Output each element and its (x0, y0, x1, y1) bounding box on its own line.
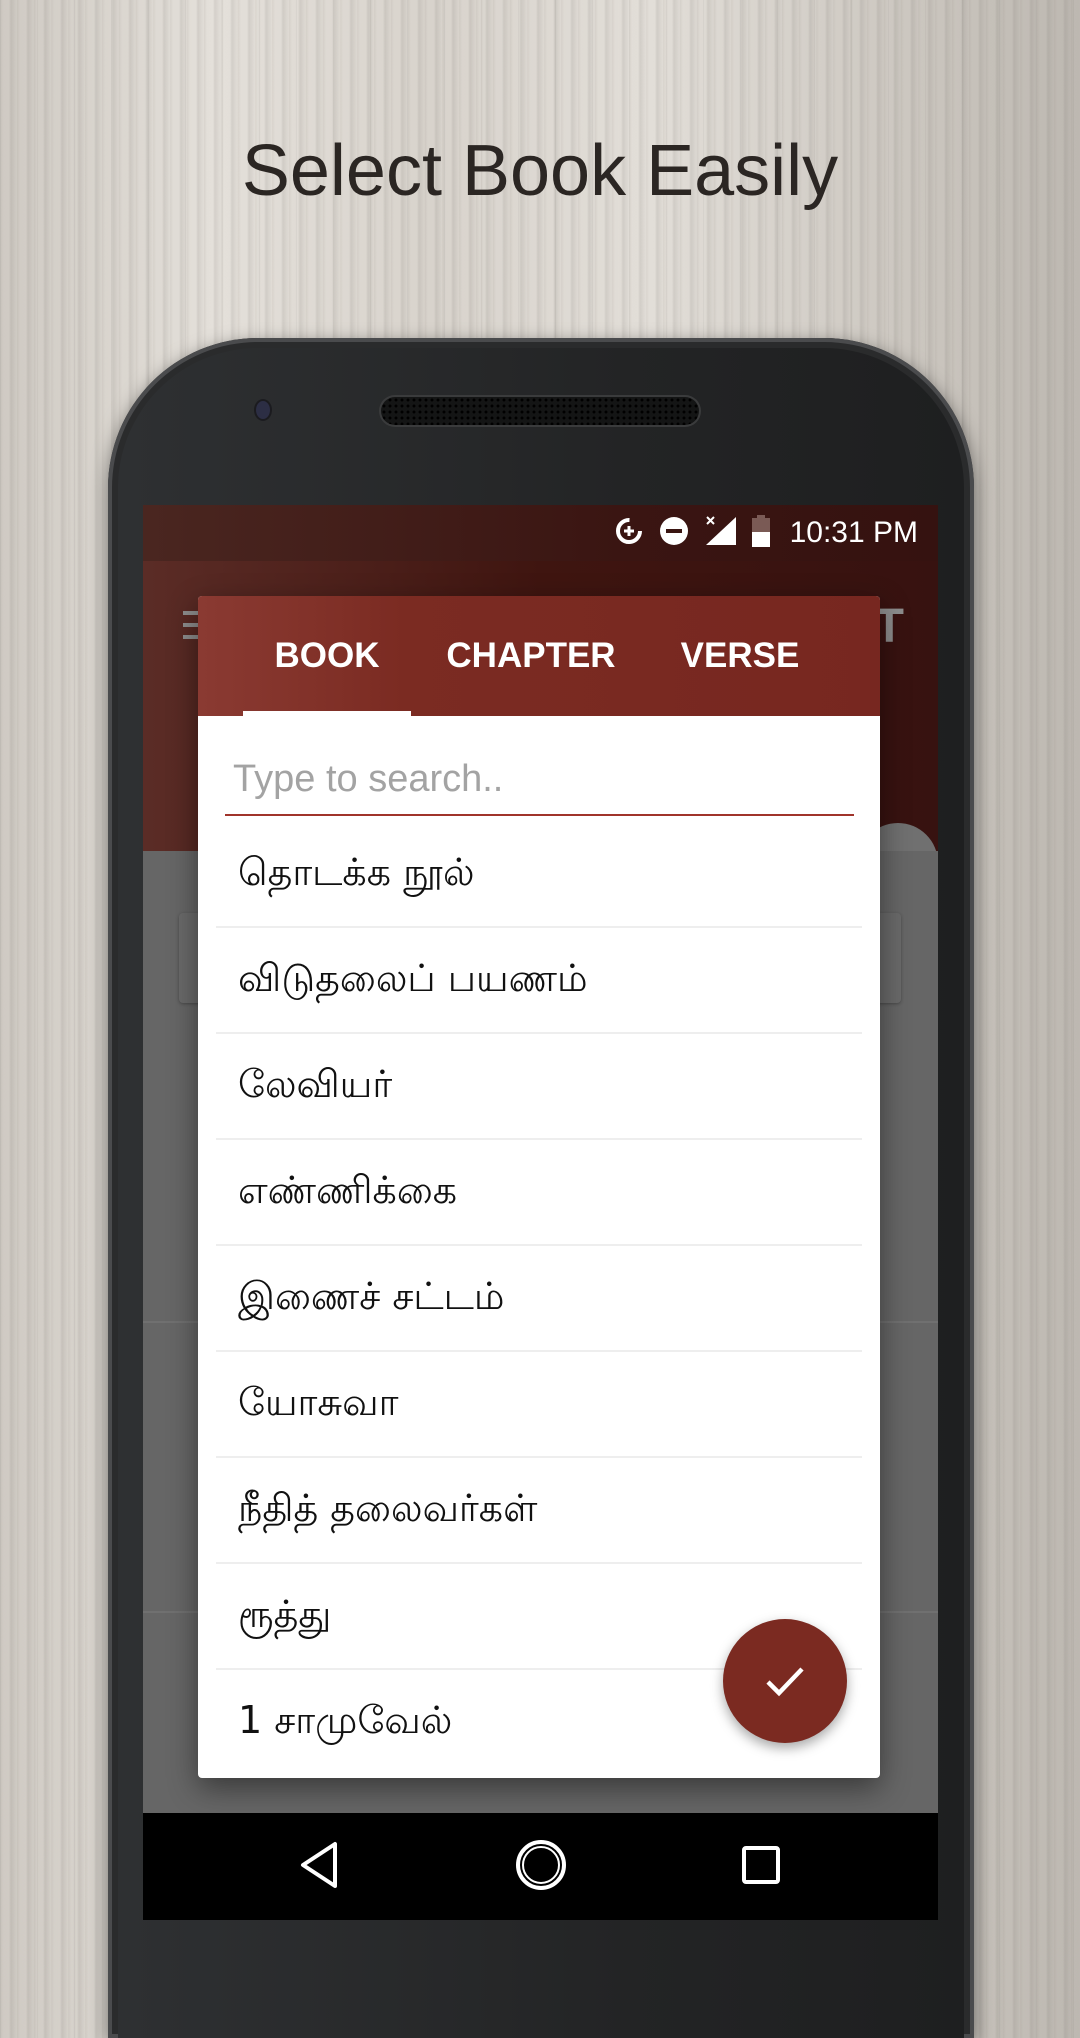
book-name: லேவியர் (238, 1062, 393, 1106)
phone-speaker (381, 397, 699, 425)
list-item[interactable]: யோசுவா (198, 1352, 880, 1458)
navigation-bar (143, 1813, 938, 1920)
book-picker-dialog: BOOK CHAPTER VERSE தொடக்க நூல் விடுதலைப்… (198, 596, 880, 1778)
do-not-disturb-icon (658, 515, 690, 552)
book-name: ரூத்து (238, 1592, 332, 1636)
tab-chapter[interactable]: CHAPTER (438, 596, 624, 716)
data-saver-icon (614, 516, 644, 551)
list-item[interactable]: விடுதலைப் பயணம் (198, 928, 880, 1034)
search-input[interactable] (225, 744, 854, 816)
battery-half-icon (751, 514, 770, 552)
book-name: நீதித் தலைவர்கள் (238, 1486, 538, 1530)
back-icon (301, 1842, 337, 1888)
book-name: விடுதலைப் பயணம் (238, 956, 588, 1000)
book-name: இணைச் சட்டம் (238, 1274, 505, 1318)
tab-verse[interactable]: VERSE (660, 596, 820, 716)
promo-headline: Select Book Easily (241, 131, 839, 211)
book-name: எண்ணிக்கை (238, 1168, 458, 1212)
recents-icon (742, 1846, 780, 1884)
list-item[interactable]: எண்ணிக்கை (198, 1140, 880, 1246)
book-name: 1 சாமுவேல் (238, 1698, 453, 1742)
recents-button[interactable] (731, 1835, 791, 1895)
status-bar: 10:31 PM (143, 505, 938, 561)
check-icon (766, 1667, 804, 1697)
tab-book[interactable]: BOOK (243, 596, 411, 716)
list-item[interactable]: நீதித் தலைவர்கள் (198, 1458, 880, 1564)
home-icon (516, 1840, 566, 1890)
home-button[interactable] (511, 1835, 571, 1895)
dialog-tab-bar: BOOK CHAPTER VERSE (198, 596, 880, 716)
status-time: 10:31 PM (789, 516, 918, 549)
signal-no-data-icon (704, 515, 738, 552)
confirm-button[interactable] (723, 1619, 847, 1743)
list-item[interactable]: லேவியர் (198, 1034, 880, 1140)
front-camera (256, 401, 270, 419)
back-button[interactable] (289, 1835, 349, 1895)
book-name: தொடக்க நூல் (238, 850, 475, 894)
book-name: யோசுவா (238, 1380, 399, 1424)
selected-tab-indicator (243, 711, 411, 716)
list-item[interactable]: இணைச் சட்டம் (198, 1246, 880, 1352)
list-item[interactable]: தொடக்க நூல் (198, 822, 880, 928)
